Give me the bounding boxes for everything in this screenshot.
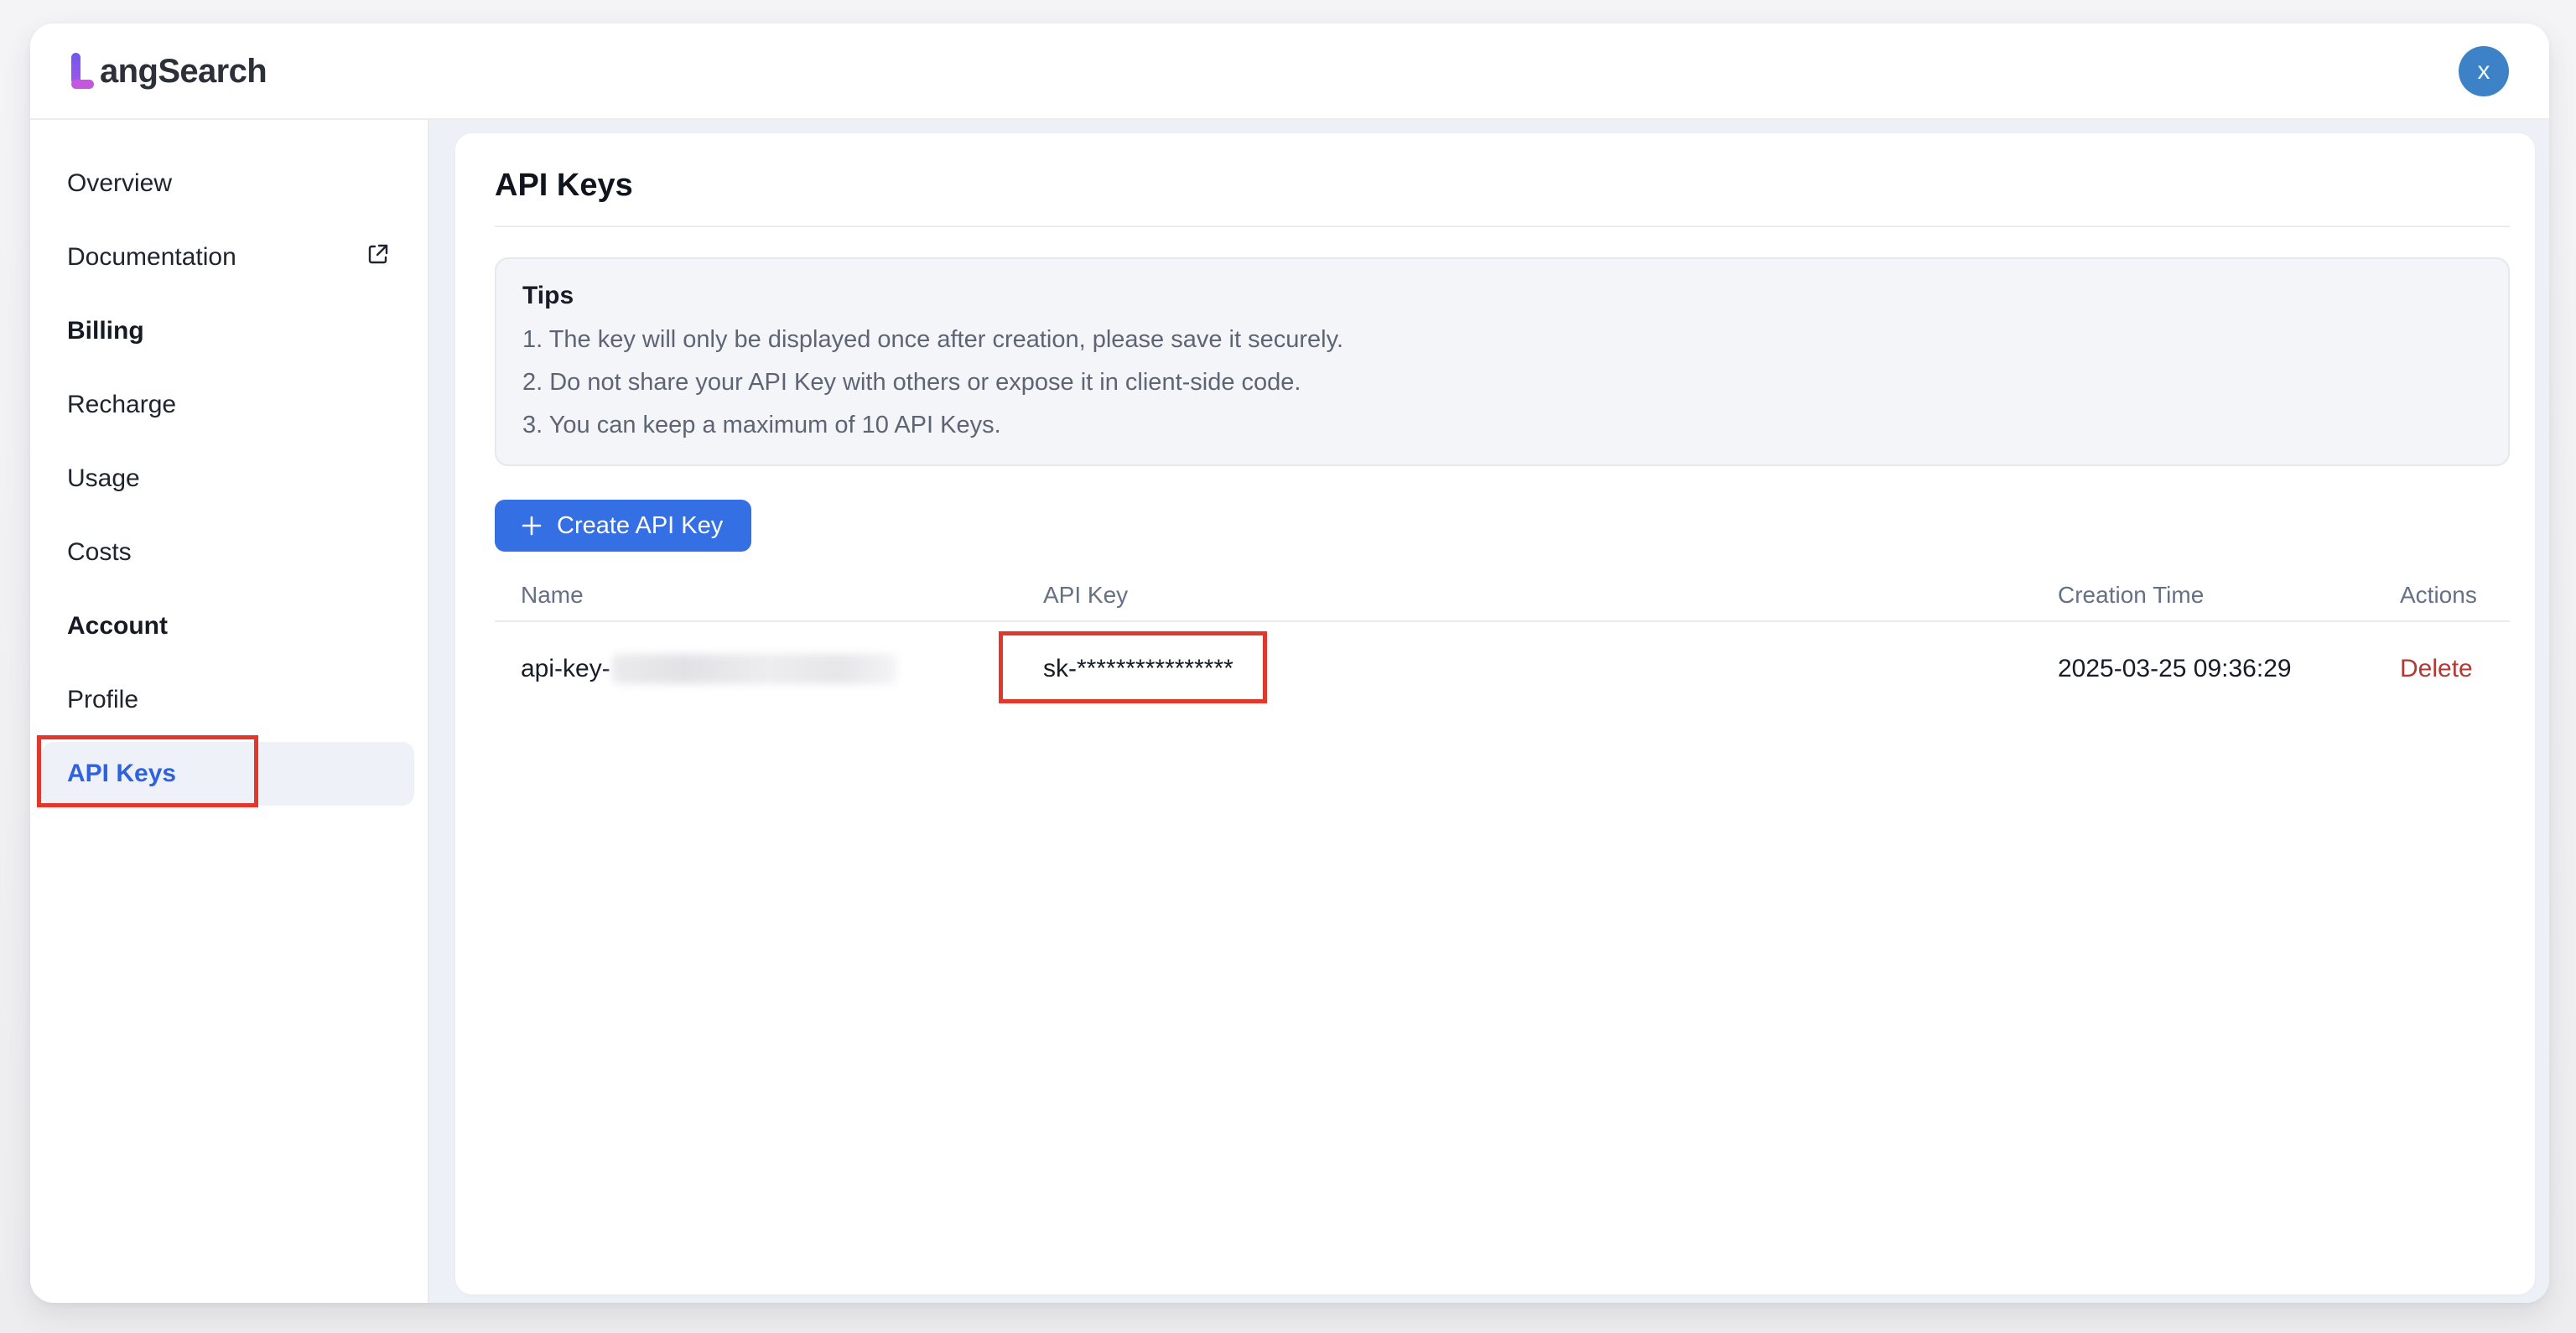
tips-box: Tips 1. The key will only be displayed o…: [495, 257, 2510, 466]
tips-line-3: 3. You can keep a maximum of 10 API Keys…: [522, 411, 2481, 439]
cell-name: api-key-: [495, 654, 1017, 684]
sidebar-item-recharge[interactable]: Recharge: [30, 368, 428, 442]
column-header-api-key: API Key: [1017, 582, 2032, 609]
logo-text: angSearch: [100, 52, 267, 91]
table-header-row: Name API Key Creation Time Actions: [495, 570, 2510, 622]
api-key-name-prefix: api-key-: [521, 655, 610, 683]
sidebar-item-label: Account: [67, 612, 168, 641]
sidebar-section-billing[interactable]: Billing: [30, 294, 428, 368]
sidebar-item-label: Documentation: [67, 243, 236, 272]
main-panel: API Keys Tips 1. The key will only be di…: [455, 133, 2535, 1294]
cell-creation-time: 2025-03-25 09:36:29: [2032, 655, 2374, 683]
content-split: Overview Documentation Billing: [30, 120, 2549, 1303]
logo-l-icon: [67, 51, 97, 91]
sidebar-item-api-keys[interactable]: API Keys: [30, 737, 428, 811]
create-api-key-label: Create API Key: [557, 512, 723, 540]
sidebar-item-usage[interactable]: Usage: [30, 442, 428, 516]
app-window-card: angSearch x Overview Documentation: [30, 23, 2549, 1303]
sidebar-item-costs[interactable]: Costs: [30, 516, 428, 589]
column-header-creation-time: Creation Time: [2032, 582, 2374, 609]
sidebar-item-documentation[interactable]: Documentation: [30, 220, 428, 294]
sidebar-item-label: API Keys: [67, 760, 176, 788]
sidebar-item-label: Billing: [67, 317, 144, 345]
delete-link[interactable]: Delete: [2400, 655, 2473, 682]
tips-line-1: 1. The key will only be displayed once a…: [522, 325, 2481, 354]
tips-line-2: 2. Do not share your API Key with others…: [522, 368, 2481, 397]
masked-api-key: sk-****************: [1043, 655, 1233, 682]
create-api-key-button[interactable]: Create API Key: [495, 500, 751, 552]
redacted-name-blur: [612, 654, 897, 684]
api-keys-table: Name API Key Creation Time Actions api-k…: [495, 570, 2510, 716]
page-background: angSearch x Overview Documentation: [0, 0, 2576, 1333]
sidebar-item-profile[interactable]: Profile: [30, 663, 428, 737]
title-divider: [495, 226, 2510, 227]
top-header: angSearch x: [30, 23, 2549, 120]
cell-actions: Delete: [2374, 655, 2508, 683]
avatar-label: x: [2478, 57, 2490, 86]
plus-icon: [520, 514, 543, 537]
sidebar-item-label: Recharge: [67, 391, 176, 419]
user-avatar[interactable]: x: [2459, 46, 2509, 96]
table-row: api-key- sk-**************** 2025-03-25 …: [495, 622, 2510, 716]
cell-api-key: sk-****************: [1017, 655, 2032, 683]
column-header-name: Name: [495, 582, 1017, 609]
sidebar-item-label: Profile: [67, 686, 138, 714]
tips-title: Tips: [522, 281, 2481, 311]
sidebar-item-label: Usage: [67, 464, 140, 493]
sidebar-section-account[interactable]: Account: [30, 589, 428, 663]
external-link-icon[interactable]: [367, 243, 389, 272]
page-title: API Keys: [495, 167, 2510, 204]
sidebar-item-label: Costs: [67, 538, 132, 567]
langsearch-logo[interactable]: angSearch: [67, 51, 267, 91]
sidebar-item-overview[interactable]: Overview: [30, 147, 428, 220]
sidebar-item-label: Overview: [67, 169, 172, 198]
sidebar-nav: Overview Documentation Billing: [30, 120, 429, 1303]
column-header-actions: Actions: [2374, 582, 2508, 609]
